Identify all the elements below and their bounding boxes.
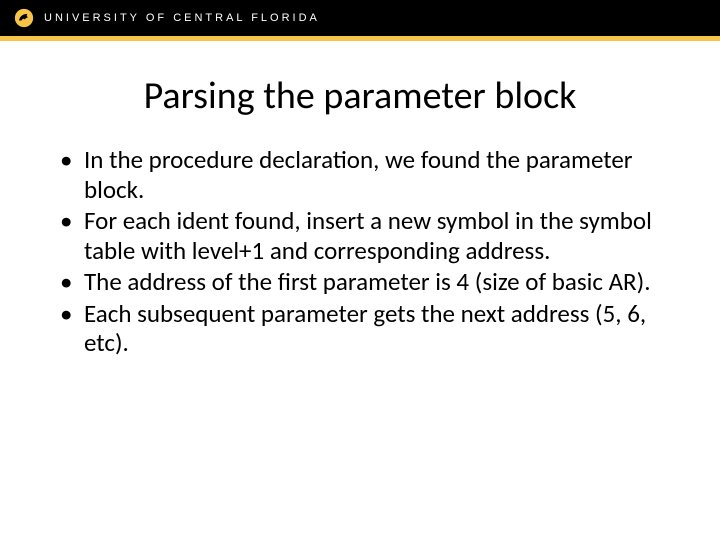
slide: UNIVERSITY OF CENTRAL FLORIDA Parsing th… bbox=[0, 0, 720, 540]
list-item: The address of the first parameter is 4 … bbox=[60, 267, 678, 297]
university-name: UNIVERSITY OF CENTRAL FLORIDA bbox=[44, 12, 320, 24]
list-item: For each ident found, insert a new symbo… bbox=[60, 206, 678, 265]
accent-rule bbox=[0, 36, 720, 41]
pegasus-icon bbox=[14, 8, 34, 28]
header-bar: UNIVERSITY OF CENTRAL FLORIDA bbox=[0, 0, 720, 36]
list-item: Each subsequent parameter gets the next … bbox=[60, 299, 678, 358]
bullet-list: In the procedure declaration, we found t… bbox=[60, 145, 678, 358]
list-item: In the procedure declaration, we found t… bbox=[60, 145, 678, 204]
slide-body: In the procedure declaration, we found t… bbox=[0, 145, 720, 358]
ucf-logo: UNIVERSITY OF CENTRAL FLORIDA bbox=[14, 8, 320, 28]
slide-title: Parsing the parameter block bbox=[0, 73, 720, 119]
